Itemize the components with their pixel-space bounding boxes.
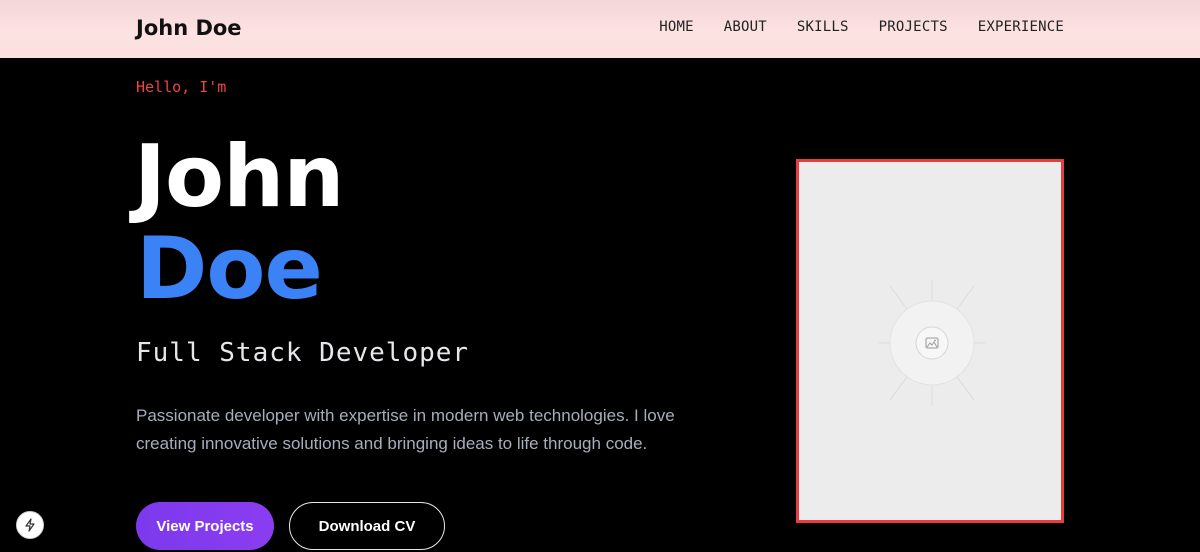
main-nav: HOME ABOUT SKILLS PROJECTS EXPERIENCE <box>629 19 1064 35</box>
greeting: Hello, I'm <box>136 78 227 96</box>
bolt-icon[interactable] <box>16 511 44 539</box>
nav-experience[interactable]: EXPERIENCE <box>978 19 1064 35</box>
hero-description: Passionate developer with expertise in m… <box>136 406 675 453</box>
site-header: John Doe HOME ABOUT SKILLS PROJECTS EXPE… <box>0 0 1200 58</box>
nav-projects[interactable]: PROJECTS <box>879 19 948 35</box>
nav-about[interactable]: ABOUT <box>724 19 767 35</box>
role-title: Full Stack Developer <box>136 338 470 368</box>
image-placeholder-graphic <box>879 280 985 406</box>
brand-logo[interactable]: John Doe <box>136 16 242 40</box>
view-projects-button[interactable]: View Projects <box>136 502 274 550</box>
last-name: Doe <box>136 219 323 319</box>
nav-skills[interactable]: SKILLS <box>797 19 849 35</box>
download-cv-button[interactable]: Download CV <box>289 502 445 550</box>
first-name: John <box>134 127 345 227</box>
profile-image-placeholder <box>796 159 1064 523</box>
nav-home[interactable]: HOME <box>659 19 694 35</box>
